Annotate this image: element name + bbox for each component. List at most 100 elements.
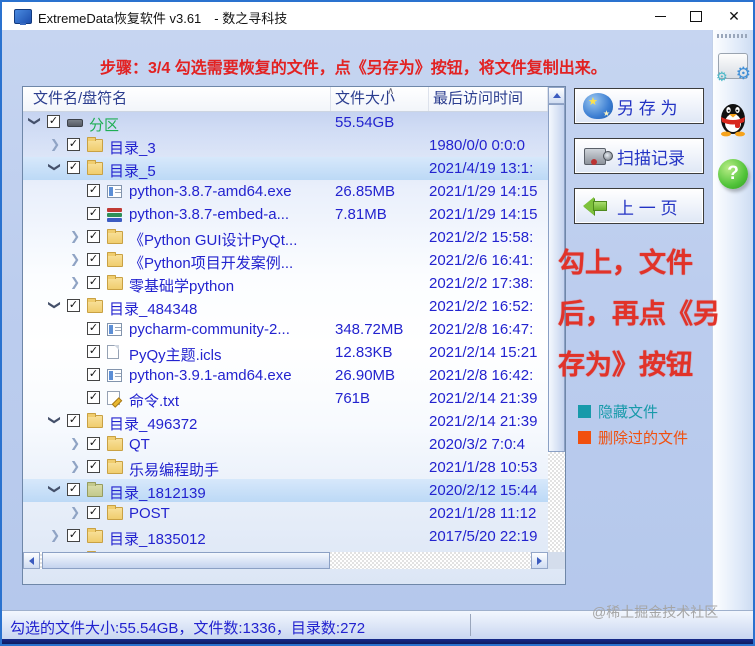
row-checkbox[interactable]: ✓ bbox=[87, 276, 100, 289]
last-access-time: 2021/2/14 15:21 bbox=[429, 344, 538, 361]
row-checkbox[interactable]: ✓ bbox=[67, 483, 80, 496]
qq-contact-button[interactable] bbox=[716, 94, 750, 142]
tree-row[interactable]: ✓ python-3.9.1-amd64.exe 26.90MB 2021/2/8 1… bbox=[23, 364, 548, 387]
expand-icon[interactable]: ❯ bbox=[69, 436, 81, 450]
scroll-left-button[interactable] bbox=[23, 552, 40, 569]
tree-row[interactable]: ❯ ✓ 《Python GUI设计PyQt... 2021/2/2 15:58: bbox=[23, 226, 548, 249]
expand-icon[interactable]: ❯ bbox=[49, 137, 61, 151]
tree-row[interactable]: ✓ 命令.txt 761B 2021/2/14 21:39 bbox=[23, 387, 548, 410]
tree-row[interactable]: ❯ ✓ QT 2020/3/2 7:0:4 bbox=[23, 433, 548, 456]
expand-icon[interactable]: ❯ bbox=[69, 252, 81, 266]
app-icon bbox=[14, 9, 32, 25]
row-checkbox[interactable]: ✓ bbox=[67, 414, 80, 427]
row-checkbox[interactable]: ✓ bbox=[67, 299, 80, 312]
column-header-filesize[interactable]: ∧ 文件大小 bbox=[331, 87, 429, 111]
file-name: python-3.8.7-embed-a... bbox=[129, 206, 290, 223]
tree-row[interactable]: ✓ pycharm-community-2... 348.72MB 2021/2/8 … bbox=[23, 318, 548, 341]
exe-icon bbox=[107, 185, 122, 198]
tree-row[interactable]: ❯ ✓ 零基础学python 2021/2/2 17:38: bbox=[23, 272, 548, 295]
horizontal-scrollbar[interactable] bbox=[23, 552, 548, 569]
save-as-button[interactable]: 另 存 为 bbox=[574, 88, 704, 124]
scan-records-button[interactable]: 扫描记录 bbox=[574, 138, 704, 174]
expand-icon[interactable]: ❯ bbox=[69, 505, 81, 519]
row-checkbox[interactable]: ✓ bbox=[67, 529, 80, 542]
row-checkbox[interactable]: ✓ bbox=[87, 230, 100, 243]
expand-icon[interactable]: ❯ bbox=[69, 459, 81, 473]
row-checkbox[interactable]: ✓ bbox=[87, 437, 100, 450]
row-checkbox[interactable]: ✓ bbox=[87, 460, 100, 473]
tree-row[interactable]: ❯ ✓ 《Python项目开发案例... 2021/2/6 16:41: bbox=[23, 249, 548, 272]
collapse-icon[interactable]: ❯ bbox=[48, 483, 62, 495]
tree-row[interactable]: ✓ python-3.8.7-amd64.exe 26.85MB 2021/1/29 … bbox=[23, 180, 548, 203]
tree-row[interactable]: ❯ ✓ 乐易编程助手 2021/1/28 10:53 bbox=[23, 456, 548, 479]
row-checkbox[interactable]: ✓ bbox=[47, 115, 60, 128]
tree-row[interactable]: ❯ ✓ 目录_1835012 2017/5/20 22:19 bbox=[23, 525, 548, 548]
collapse-icon[interactable]: ❯ bbox=[48, 414, 62, 426]
file-name: 目录_1812139 bbox=[109, 485, 206, 502]
last-access-time: 2021/1/28 10:53 bbox=[429, 459, 538, 476]
expand-icon[interactable]: ❯ bbox=[69, 275, 81, 289]
status-divider bbox=[470, 614, 471, 636]
tree-row[interactable]: ❯ ✓ 目录_496372 2021/2/14 21:39 bbox=[23, 410, 548, 433]
red-annotation: 勾上，文件 后，再点《另 存为》按钮 bbox=[558, 238, 720, 391]
collapse-icon[interactable]: ❯ bbox=[28, 115, 42, 127]
row-checkbox[interactable]: ✓ bbox=[87, 253, 100, 266]
folder-icon bbox=[107, 505, 123, 520]
file-name: 分区 bbox=[89, 117, 120, 134]
file-tree: 文件名/盘符名 ∧ 文件大小 最后访问时间 ❯ ✓ 分区 55.54GB ❯ ✓ 目录_3 19… bbox=[22, 86, 566, 585]
row-checkbox[interactable]: ✓ bbox=[87, 368, 100, 381]
row-checkbox[interactable]: ✓ bbox=[87, 207, 100, 220]
row-checkbox[interactable]: ✓ bbox=[67, 161, 80, 174]
tree-row[interactable]: ❯ ✓ 目录_5 2021/4/19 13:1: bbox=[23, 157, 548, 180]
grip-handle[interactable] bbox=[717, 34, 749, 38]
file-name: 命令.txt bbox=[129, 393, 180, 410]
last-access-time: 2021/2/2 15:58: bbox=[429, 229, 534, 246]
expand-icon[interactable]: ❯ bbox=[49, 528, 61, 542]
folder-icon bbox=[87, 160, 103, 175]
tree-row[interactable]: ❯ ✓ 目录_484348 2021/2/2 16:52: bbox=[23, 295, 548, 318]
previous-page-button[interactable]: 上 一 页 bbox=[574, 188, 704, 224]
file-size: 55.54GB bbox=[335, 114, 395, 131]
last-access-time: 2021/2/14 21:39 bbox=[429, 413, 538, 430]
legend-label: 隐藏文件 bbox=[598, 403, 659, 421]
tree-row[interactable]: ✓ python-3.8.7-embed-a... 7.81MB 2021/1/29 … bbox=[23, 203, 548, 226]
folder-icon bbox=[107, 436, 123, 451]
tree-row[interactable]: ❯ ✓ 目录_3 1980/0/0 0:0:0 bbox=[23, 134, 548, 157]
maximize-button[interactable] bbox=[679, 2, 713, 30]
last-access-time: 2021/2/8 16:42: bbox=[429, 367, 534, 384]
horizontal-scroll-track[interactable] bbox=[40, 552, 531, 569]
scroll-right-button[interactable] bbox=[531, 552, 548, 569]
column-header-filename[interactable]: 文件名/盘符名 bbox=[23, 87, 331, 111]
tree-row[interactable]: ✓ PyQy主题.icls 12.83KB 2021/2/14 15:21 bbox=[23, 341, 548, 364]
annotation-line: 勾上，文件 bbox=[558, 248, 693, 278]
column-header-lastaccess[interactable]: 最后访问时间 bbox=[429, 87, 548, 111]
help-button[interactable]: ? bbox=[716, 150, 750, 198]
folder-icon bbox=[107, 252, 123, 267]
row-checkbox[interactable]: ✓ bbox=[87, 506, 100, 519]
arrow-up-icon bbox=[552, 93, 561, 98]
tree-row[interactable]: ❯ ✓ POST 2021/1/28 11:12 bbox=[23, 502, 548, 525]
collapse-icon[interactable]: ❯ bbox=[48, 161, 62, 173]
row-checkbox[interactable]: ✓ bbox=[87, 184, 100, 197]
row-checkbox[interactable]: ✓ bbox=[87, 322, 100, 335]
last-access-time: 2020/2/12 15:44 bbox=[429, 482, 538, 499]
close-button[interactable]: ✕ bbox=[717, 2, 751, 30]
file-name: 目录_5 bbox=[109, 163, 156, 180]
annotation-line: 后，再点《另 bbox=[558, 299, 720, 329]
row-checkbox[interactable]: ✓ bbox=[87, 391, 100, 404]
file-size: 761B bbox=[335, 390, 371, 407]
collapse-icon[interactable]: ❯ bbox=[48, 299, 62, 311]
expand-icon[interactable]: ❯ bbox=[69, 229, 81, 243]
minimize-button[interactable] bbox=[643, 2, 677, 30]
tree-row[interactable]: ❯ ✓ 分区 55.54GB bbox=[23, 111, 548, 134]
sort-caret-icon: ∧ bbox=[387, 87, 395, 97]
settings-button[interactable] bbox=[716, 42, 751, 90]
tree-row[interactable]: ❯ ✓ 目录_1812139 2020/2/12 15:44 bbox=[23, 479, 548, 502]
folder-icon bbox=[107, 275, 123, 290]
row-checkbox[interactable]: ✓ bbox=[67, 138, 80, 151]
scroll-up-button[interactable] bbox=[548, 87, 565, 104]
horizontal-scroll-thumb[interactable] bbox=[42, 552, 330, 569]
row-checkbox[interactable]: ✓ bbox=[87, 345, 100, 358]
legend: 隐藏文件 删除过的文件 bbox=[578, 398, 688, 450]
deleted-files-swatch bbox=[578, 430, 591, 444]
